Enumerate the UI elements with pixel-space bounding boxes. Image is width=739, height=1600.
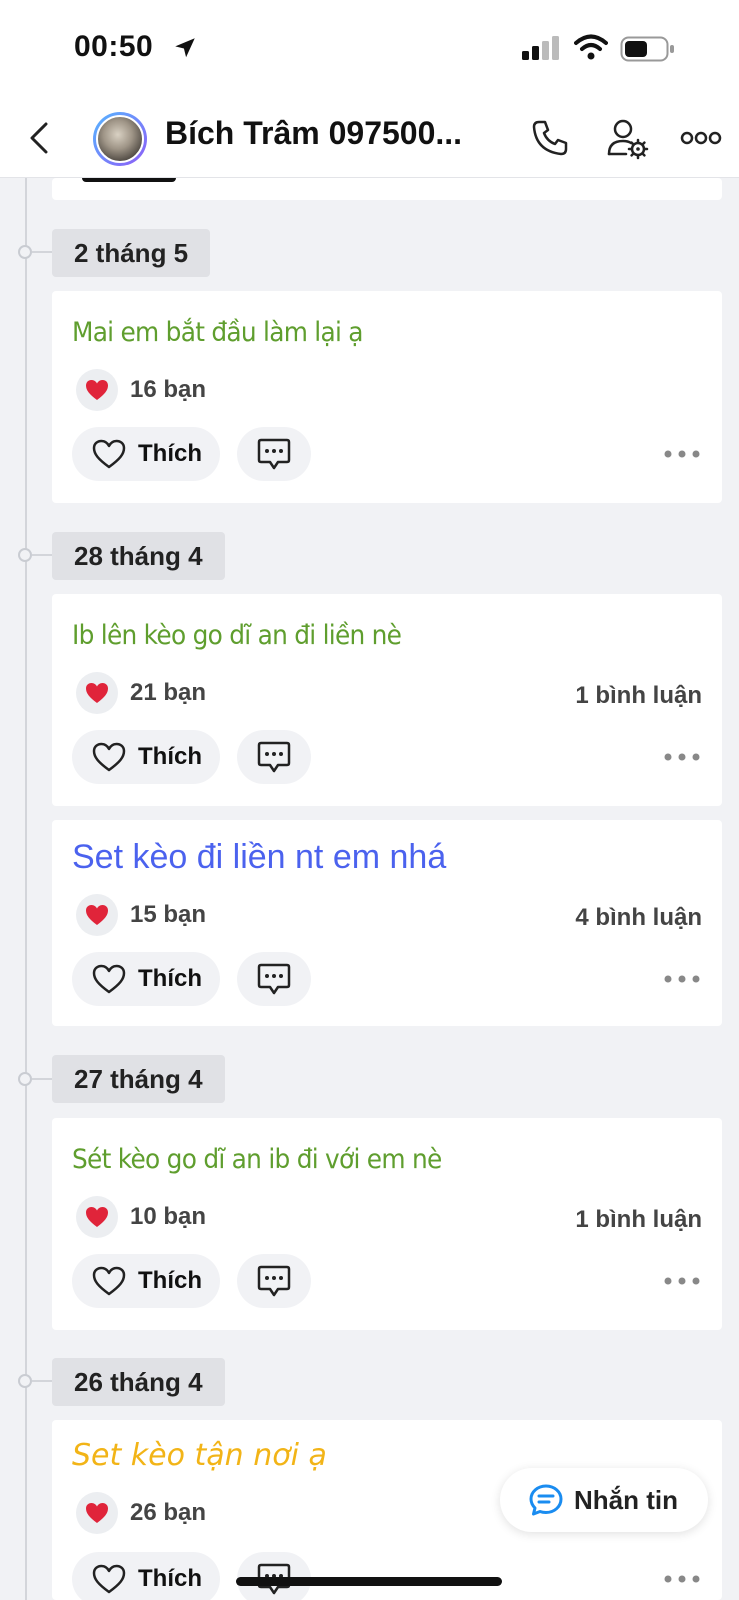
like-button[interactable]: Thích: [72, 730, 220, 784]
likes-count: 21 bạn: [130, 679, 207, 706]
post-more-icon[interactable]: [662, 1271, 702, 1291]
post-text: Set kèo đi liền nt em nhá: [72, 838, 447, 876]
timeline-connector: [32, 1380, 52, 1382]
comment-icon: [257, 963, 291, 995]
user-settings-icon[interactable]: [606, 118, 650, 160]
like-button[interactable]: Thích: [72, 1254, 220, 1308]
post-card[interactable]: Sét kèo go dĩ an ib đi với em nè 10 bạn …: [52, 1118, 722, 1330]
chat-bubble-icon: [529, 1484, 563, 1516]
timeline-connector: [32, 554, 52, 556]
post-card-partial: [52, 178, 722, 200]
comments-count[interactable]: 1 bình luận: [575, 1206, 702, 1234]
timeline-node: [18, 1072, 32, 1086]
date-label: 28 tháng 4: [52, 532, 225, 580]
comment-icon: [257, 438, 291, 470]
comments-count[interactable]: 4 bình luận: [575, 904, 702, 932]
heart-reaction-icon: [76, 1492, 118, 1534]
comment-button[interactable]: [237, 952, 311, 1006]
likes-count: 16 bạn: [130, 376, 207, 403]
comment-button[interactable]: [237, 730, 311, 784]
comment-button[interactable]: [237, 427, 311, 481]
heart-outline-icon: [92, 439, 126, 469]
reaction-summary[interactable]: 10 bạn: [76, 1196, 206, 1238]
cellular-signal-icon: [522, 36, 559, 60]
message-button[interactable]: Nhắn tin: [500, 1468, 708, 1532]
status-bar: 00:50: [0, 0, 739, 98]
battery-icon: [620, 36, 674, 62]
likes-count: 15 bạn: [130, 901, 207, 928]
post-more-icon[interactable]: [662, 969, 702, 989]
like-button[interactable]: Thích: [72, 1552, 220, 1600]
date-label: 2 tháng 5: [52, 229, 211, 277]
like-button[interactable]: Thích: [72, 952, 220, 1006]
home-indicator: [236, 1577, 502, 1586]
heart-reaction-icon: [76, 672, 118, 714]
like-label: Thích: [138, 743, 202, 770]
reaction-summary[interactable]: 21 bạn: [76, 672, 206, 714]
comment-icon: [257, 741, 291, 773]
heart-reaction-icon: [76, 1196, 118, 1238]
date-label: 27 tháng 4: [52, 1055, 225, 1103]
comment-icon: [257, 1265, 291, 1297]
phone-icon[interactable]: [530, 118, 570, 158]
message-label: Nhắn tin: [574, 1484, 678, 1515]
more-icon[interactable]: [680, 128, 722, 148]
contact-name[interactable]: Bích Trâm 097500...: [165, 115, 510, 152]
location-arrow-icon: [175, 38, 195, 58]
like-label: Thích: [138, 1565, 202, 1592]
like-label: Thích: [138, 440, 202, 467]
heart-outline-icon: [92, 964, 126, 994]
comment-button[interactable]: [237, 1552, 311, 1600]
likes-count: 10 bạn: [130, 1203, 207, 1230]
like-label: Thích: [138, 1267, 202, 1294]
post-more-icon[interactable]: [662, 444, 702, 464]
post-text: Set kèo tận nơi ạ: [72, 1438, 327, 1473]
heart-reaction-icon: [76, 894, 118, 936]
timeline-node: [18, 1374, 32, 1388]
timeline-connector: [32, 251, 52, 253]
post-more-icon[interactable]: [662, 1569, 702, 1589]
post-card[interactable]: Ib lên kèo go dĩ an đi liền nè 21 bạn 1 …: [52, 594, 722, 806]
like-label: Thích: [138, 965, 202, 992]
post-text: Sét kèo go dĩ an ib đi với em nè: [72, 1144, 442, 1175]
reaction-summary[interactable]: 15 bạn: [76, 894, 206, 936]
comment-button[interactable]: [237, 1254, 311, 1308]
post-text: Mai em bắt đầu làm lại ạ: [72, 317, 364, 348]
reaction-summary[interactable]: 16 bạn: [76, 369, 206, 411]
like-button[interactable]: Thích: [72, 427, 220, 481]
avatar[interactable]: [93, 112, 147, 166]
heart-outline-icon: [92, 1266, 126, 1296]
post-text: Ib lên kèo go dĩ an đi liền nè: [72, 620, 402, 651]
wifi-icon: [574, 34, 608, 60]
timeline-connector: [32, 1078, 52, 1080]
status-time: 00:50: [74, 30, 154, 63]
timeline-node: [18, 548, 32, 562]
heart-outline-icon: [92, 742, 126, 772]
likes-count: 26 bạn: [130, 1499, 207, 1526]
chevron-left-icon[interactable]: [24, 118, 54, 158]
heart-outline-icon: [92, 1564, 126, 1594]
post-more-icon[interactable]: [662, 747, 702, 767]
comments-count[interactable]: 1 bình luận: [575, 682, 702, 710]
timeline-node: [18, 245, 32, 259]
chat-header: Bích Trâm 097500...: [0, 98, 739, 178]
date-label: 26 tháng 4: [52, 1358, 225, 1406]
post-card[interactable]: Set kèo đi liền nt em nhá 15 bạn 4 bình …: [52, 820, 722, 1026]
reaction-summary[interactable]: 26 bạn: [76, 1492, 206, 1534]
heart-reaction-icon: [76, 369, 118, 411]
post-card[interactable]: Mai em bắt đầu làm lại ạ 16 bạn Thích: [52, 291, 722, 503]
